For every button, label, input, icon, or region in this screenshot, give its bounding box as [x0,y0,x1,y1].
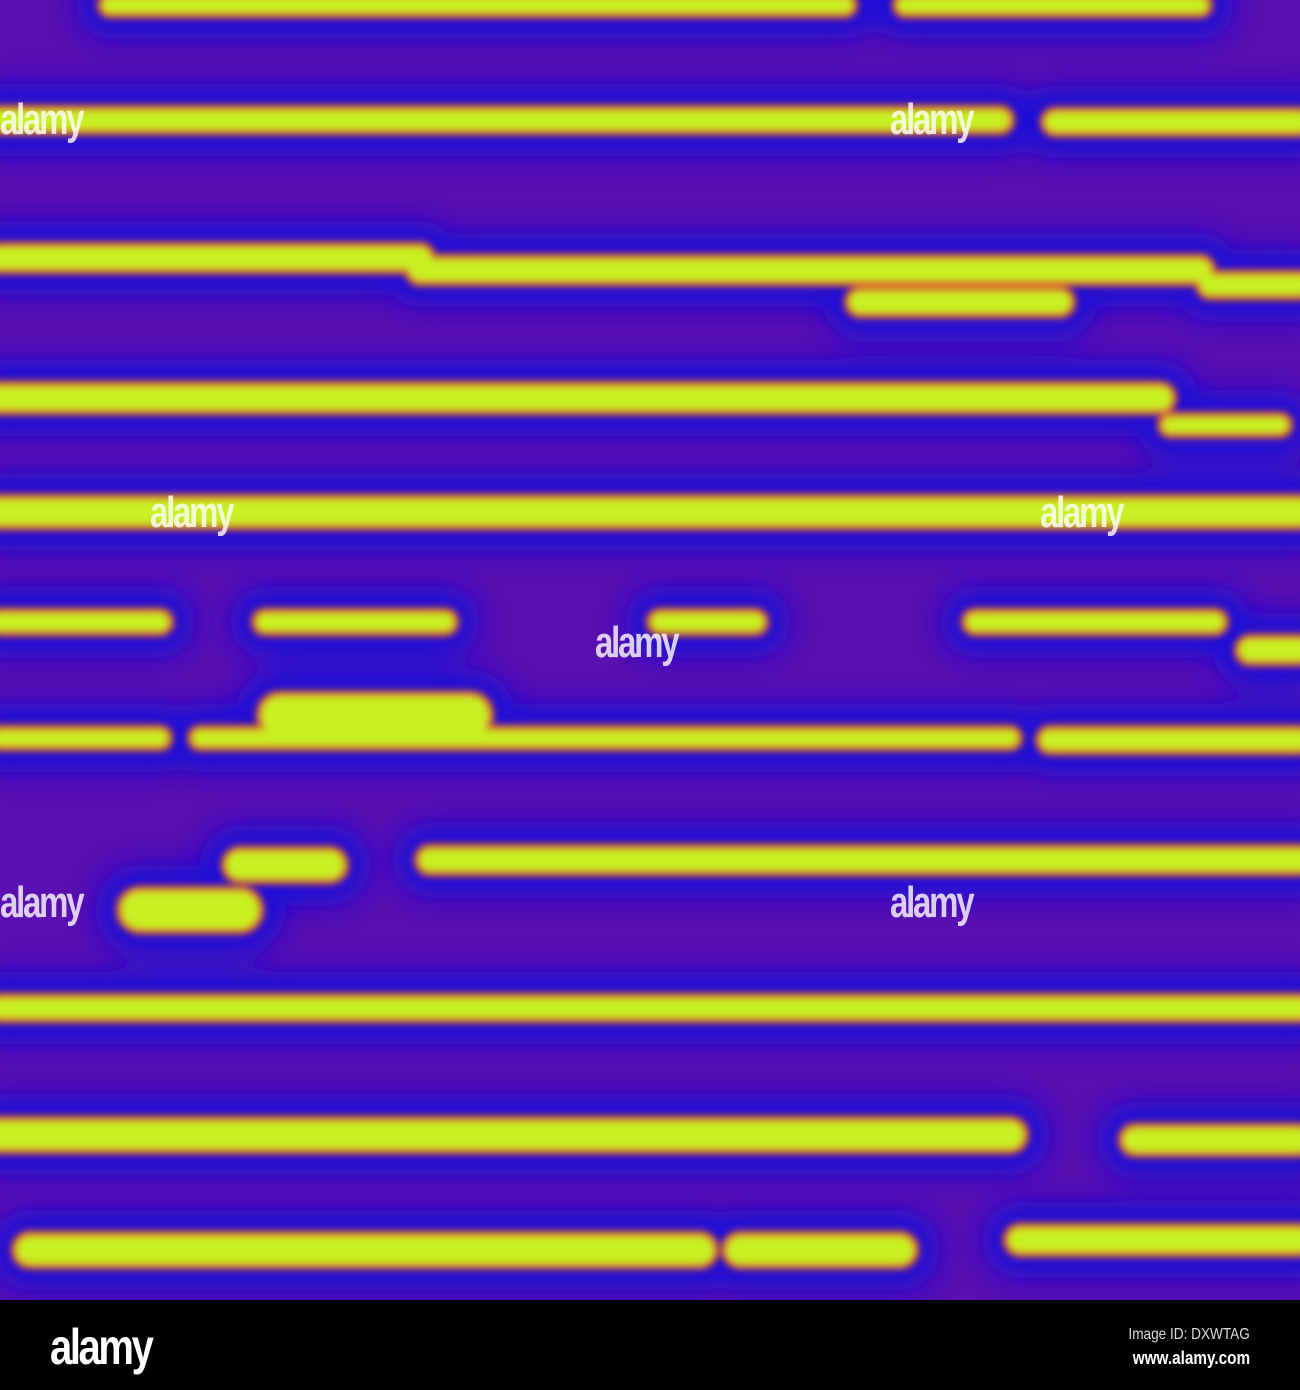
watermark-text: alamy [595,618,680,667]
watermark-text: alamy [0,878,85,927]
watermark-footer: alamy Image ID: DXWTAG www.alamy.com [0,1300,1300,1390]
watermark-text: alamy [1040,488,1125,537]
image-id: Image ID: DXWTAG [1128,1326,1250,1343]
image-container: alamy alamy alamy alamy alamy alamy alam… [0,0,1300,1390]
watermark-text: alamy [0,95,85,144]
alamy-logo: alamy [50,1319,154,1375]
watermark-text: alamy [890,878,975,927]
watermark-text: alamy [150,488,235,537]
watermark-text: alamy [890,95,975,144]
website-url: www.alamy.com [1132,1348,1250,1368]
